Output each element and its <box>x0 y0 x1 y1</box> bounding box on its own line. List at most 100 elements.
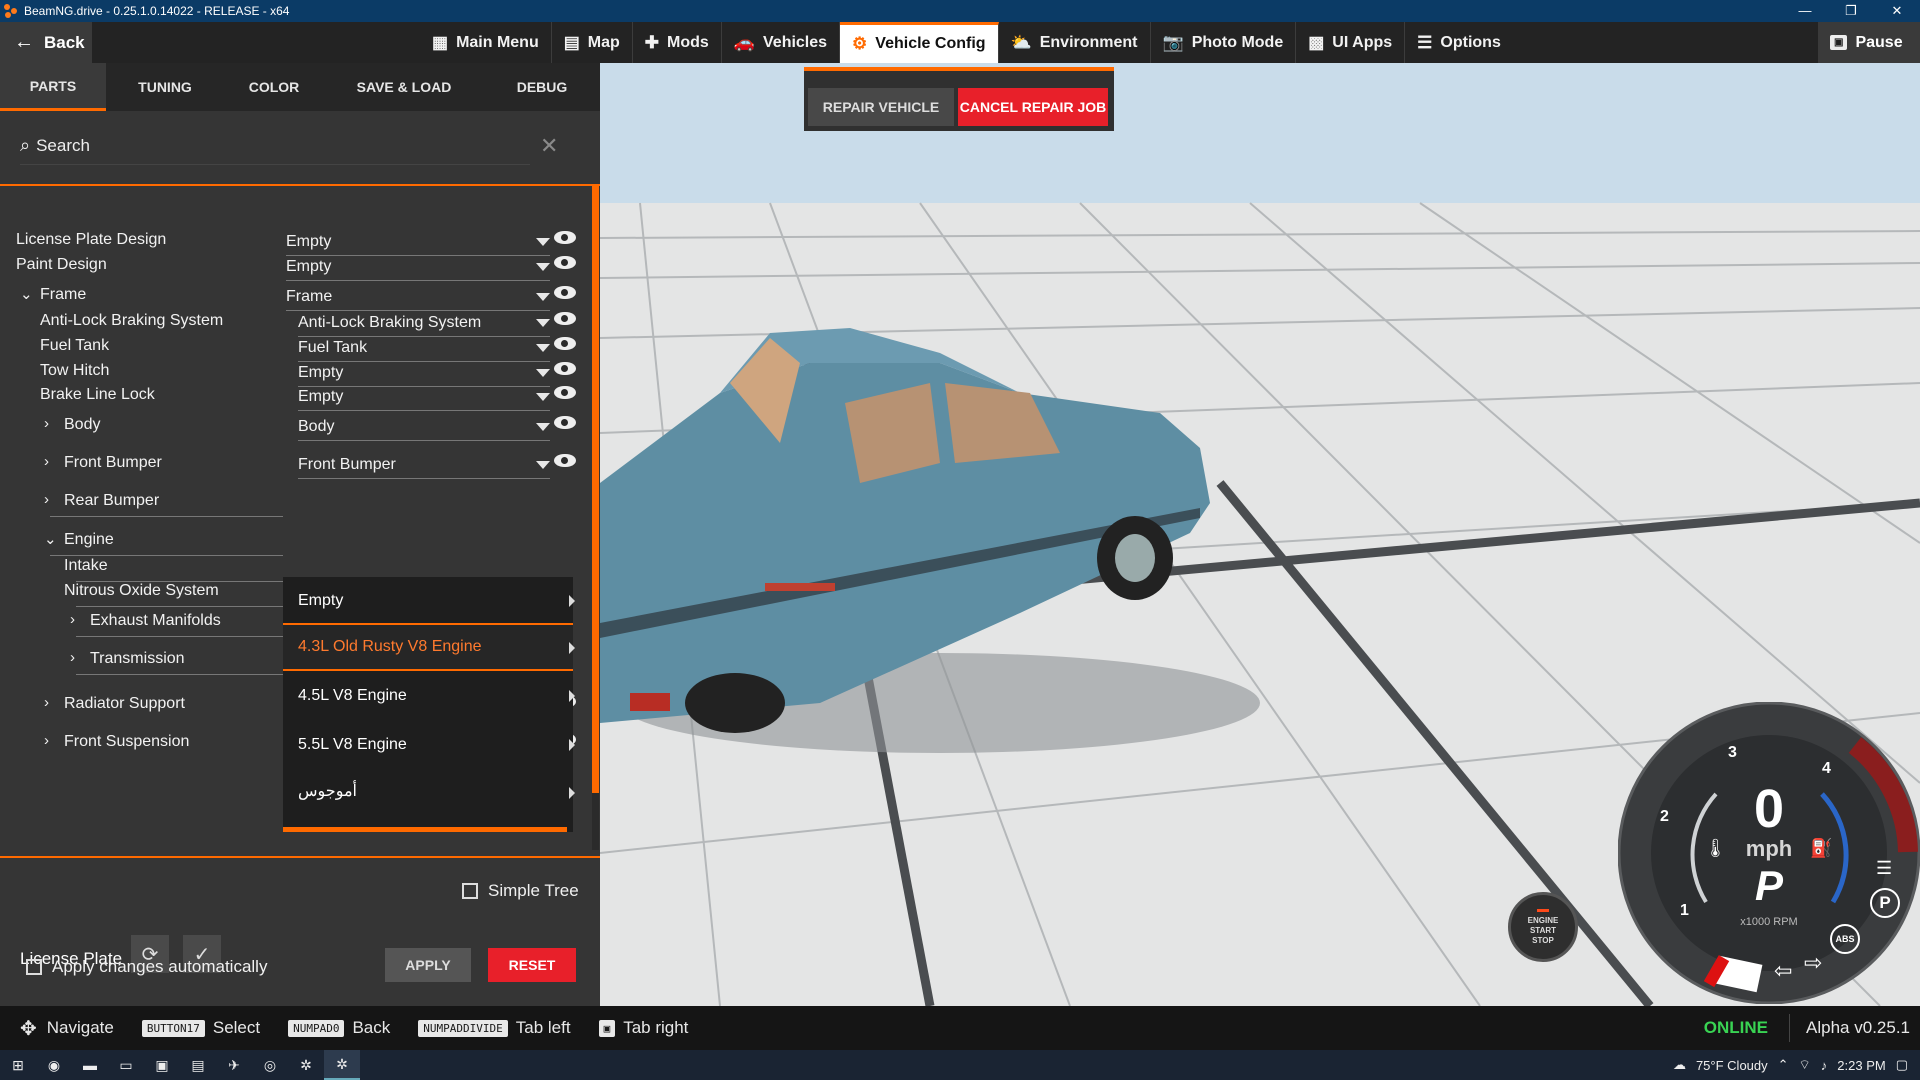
reset-button[interactable]: RESET <box>488 948 576 982</box>
hint-label: Navigate <box>46 1018 114 1037</box>
part-label: Radiator Support <box>64 695 185 712</box>
back-label: Back <box>44 32 85 52</box>
part-select[interactable]: Front Bumper <box>298 449 550 479</box>
tree-row[interactable]: › Rear Bumper <box>0 487 590 517</box>
chevron-right-icon[interactable]: › <box>70 611 75 628</box>
stop-label: STOP <box>1532 935 1554 945</box>
pause-label: Pause <box>1855 33 1903 51</box>
part-select[interactable]: Body <box>298 411 550 441</box>
eye-icon[interactable] <box>554 256 576 269</box>
cancel-repair-button[interactable]: CANCEL REPAIR JOB <box>958 88 1108 126</box>
engine-options-dropdown[interactable]: Empty 4.3L Old Rusty V8 Engine 4.5L V8 E… <box>283 577 575 832</box>
folder-icon[interactable]: ▭ <box>108 1050 144 1080</box>
engine-start-stop-button[interactable]: ENGINE START STOP <box>1508 892 1578 962</box>
dropdown-option[interactable]: 5.5L V8 Engine <box>283 721 573 769</box>
chevron-right-icon[interactable]: › <box>44 453 49 470</box>
arrow-left-icon: ← <box>14 31 34 53</box>
app-icon[interactable]: ▣ <box>144 1050 180 1080</box>
maximize-button[interactable]: ❐ <box>1828 0 1874 22</box>
chevron-right-icon[interactable]: › <box>70 649 75 666</box>
volume-icon[interactable]: ♪ <box>1821 1058 1828 1073</box>
hint-label: Tab left <box>515 1018 571 1037</box>
parking-brake-icon: P <box>1870 888 1900 918</box>
menu-environment[interactable]: ⛅ Environment <box>999 22 1151 63</box>
part-label: Body <box>64 416 101 433</box>
part-select[interactable]: Empty <box>298 381 550 411</box>
dropdown-accent-line <box>283 827 567 832</box>
scrollbar-thumb[interactable] <box>592 185 599 793</box>
eye-icon[interactable] <box>554 386 576 399</box>
apply-button[interactable]: APPLY <box>385 948 471 982</box>
menu-label: Photo Mode <box>1191 33 1284 51</box>
minimize-button[interactable]: — <box>1782 0 1828 22</box>
eye-icon[interactable] <box>554 286 576 299</box>
close-window-button[interactable]: ✕ <box>1874 0 1920 22</box>
chevron-right-icon[interactable]: › <box>44 732 49 749</box>
menu-label: Options <box>1440 33 1501 51</box>
beamng-drive-icon[interactable]: ✲ <box>324 1050 360 1080</box>
auto-apply-checkbox[interactable] <box>26 959 42 975</box>
file-explorer-icon[interactable]: ▬ <box>72 1050 108 1080</box>
dropdown-option[interactable]: Empty <box>283 577 573 625</box>
clock: 2:23 PM <box>1837 1057 1886 1073</box>
chevron-right-icon[interactable]: › <box>44 491 49 508</box>
eye-icon[interactable] <box>554 362 576 375</box>
chevron-right-icon <box>569 787 575 799</box>
app-icon[interactable]: ▤ <box>180 1050 216 1080</box>
beamng-app-icon <box>4 4 18 18</box>
tree-row[interactable]: Brake Line Lock Empty <box>0 381 590 411</box>
menu-mods[interactable]: ✚ Mods <box>633 22 722 63</box>
menu-main-menu[interactable]: ▦ Main Menu <box>420 22 552 63</box>
chevron-up-icon[interactable]: ⌃ <box>1778 1057 1789 1073</box>
menu-options[interactable]: ☰ Options <box>1405 22 1513 63</box>
back-button[interactable]: ← Back <box>0 22 92 63</box>
parts-tree: License Plate Design Empty Paint Design Emp… <box>0 63 590 1006</box>
part-select-value: Frame <box>286 288 333 305</box>
menu-label: Vehicles <box>763 33 828 51</box>
chevron-down-icon[interactable]: ⌄ <box>20 285 33 303</box>
eye-icon[interactable] <box>554 454 576 467</box>
beamng-icon[interactable]: ✲ <box>288 1050 324 1080</box>
camera-icon: 📷 <box>1162 32 1184 52</box>
engine-label: ENGINE <box>1527 915 1559 925</box>
eye-icon[interactable] <box>554 231 576 244</box>
firefox-icon[interactable]: ◎ <box>252 1050 288 1080</box>
part-select-value: Empty <box>298 364 344 381</box>
key-badge: NUMPAD0 <box>288 1019 345 1037</box>
network-icon[interactable]: ⌔ <box>1799 1057 1811 1073</box>
auto-apply-label: Apply changes automatically <box>52 957 268 976</box>
discord-icon[interactable]: ◉ <box>36 1050 72 1080</box>
app-icon[interactable]: ✈ <box>216 1050 252 1080</box>
eye-icon[interactable] <box>554 416 576 429</box>
chevron-right-icon[interactable]: › <box>44 415 49 432</box>
dropdown-option[interactable]: 4.5L V8 Engine <box>283 672 573 720</box>
divider <box>0 856 600 858</box>
menu-map[interactable]: ▤ Map <box>552 22 633 63</box>
menu-vehicle-config[interactable]: ⚙ Vehicle Config <box>840 22 999 63</box>
dropdown-arrow-icon <box>536 344 550 352</box>
tree-row[interactable]: › Body Body <box>0 411 590 441</box>
chevron-right-icon <box>569 739 575 751</box>
eye-icon[interactable] <box>554 337 576 350</box>
eye-icon[interactable] <box>554 312 576 325</box>
menu-photo-mode[interactable]: 📷 Photo Mode <box>1151 22 1297 63</box>
dropdown-option[interactable]: أموجوس <box>283 767 573 815</box>
notification-icon[interactable]: ▢ <box>1896 1057 1908 1073</box>
menu-vehicles[interactable]: 🚗 Vehicles <box>722 22 841 63</box>
part-select[interactable]: Empty <box>286 251 550 281</box>
tree-row[interactable]: Paint Design Empty <box>0 251 590 281</box>
pause-button[interactable]: ▣ Pause <box>1818 22 1920 63</box>
repair-vehicle-button[interactable]: REPAIR VEHICLE <box>808 88 954 126</box>
menu-ui-apps[interactable]: ▩ UI Apps <box>1296 22 1406 63</box>
main-menu: ▦ Main Menu ▤ Map ✚ Mods 🚗 Vehicles ⚙ Vehicle… <box>420 22 1513 63</box>
dropdown-option-selected[interactable]: 4.3L Old Rusty V8 Engine <box>283 623 573 671</box>
windows-start-icon[interactable]: ⊞ <box>0 1050 36 1080</box>
simple-tree-checkbox[interactable] <box>462 883 478 899</box>
hint-label: Back <box>352 1018 391 1037</box>
windows-taskbar: ⊞ ◉ ▬ ▭ ▣ ▤ ✈ ◎ ✲ ✲ ☁ 75°F Cloudy ⌃ ⌔ ♪ … <box>0 1050 1920 1080</box>
chevron-right-icon[interactable]: › <box>44 694 49 711</box>
rpm-label: x1000 RPM <box>1740 916 1798 928</box>
key-badge: NUMPADDIVIDE <box>418 1019 508 1037</box>
tree-row[interactable]: › Front Bumper Front Bumper <box>0 449 590 479</box>
simple-tree-label: Simple Tree <box>488 881 579 900</box>
